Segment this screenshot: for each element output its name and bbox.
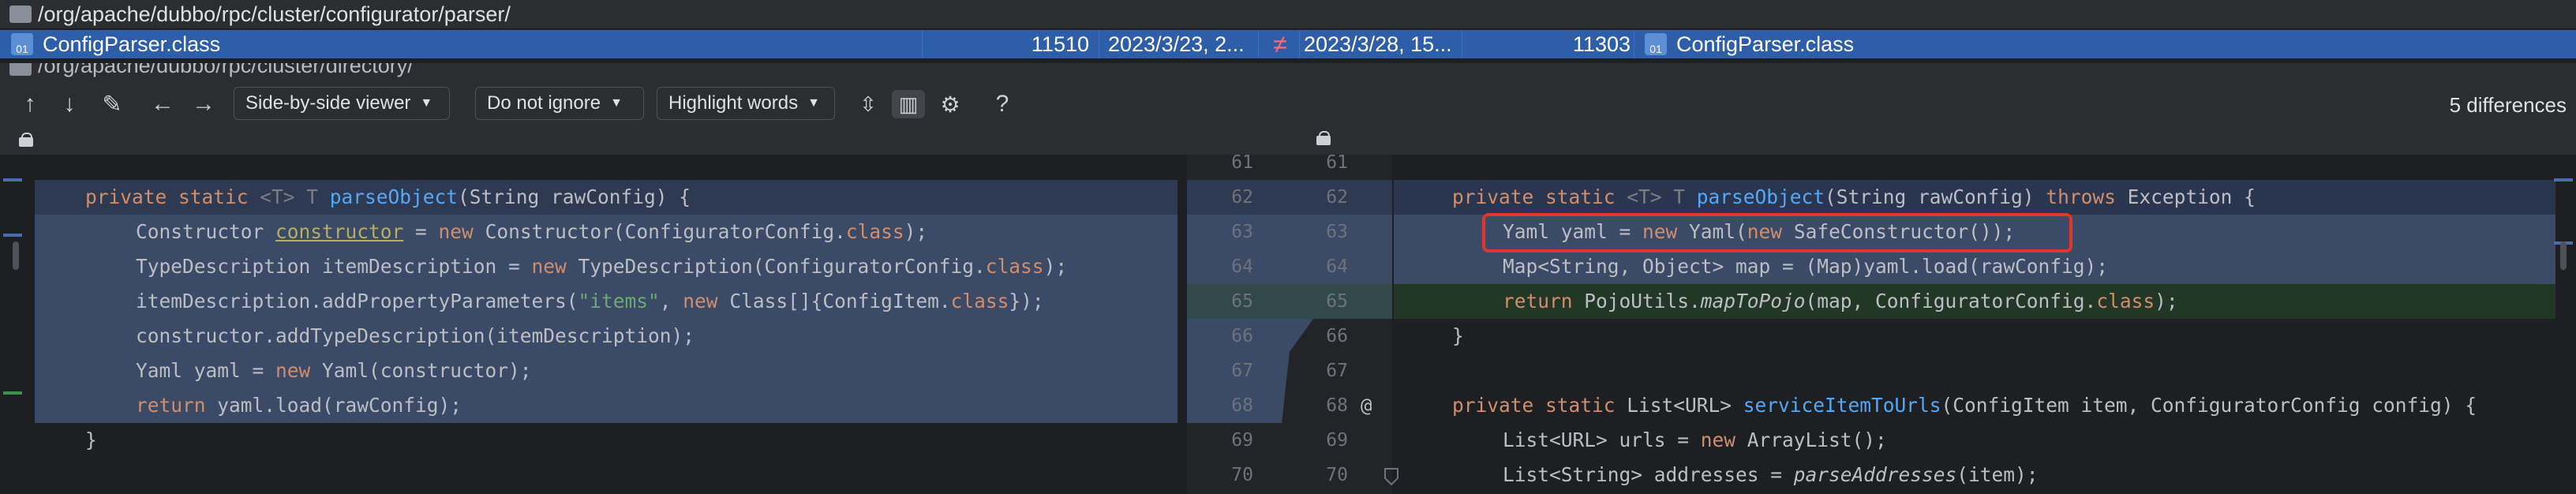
left-line-number: 61 [1231, 152, 1253, 173]
right-line-70[interactable]: List<String> addresses = parseAddresses(… [1503, 458, 2039, 492]
arrow-up-icon[interactable]: ↑ [16, 90, 44, 118]
left-line-66[interactable]: constructor.addTypeDescription(itemDescr… [136, 319, 695, 354]
right-line-number: 69 [1326, 430, 1348, 451]
left-line-number: 65 [1231, 291, 1253, 312]
left-line-65[interactable]: itemDescription.addPropertyParameters("i… [136, 284, 1044, 319]
right-file-name: ConfigParser.class [1676, 32, 1855, 56]
change-marker[interactable] [2554, 178, 2573, 182]
path-label: /org/apache/dubbo/rpc/cluster/configurat… [38, 2, 511, 26]
left-file-cell: 01 ConfigParser.class [11, 30, 220, 58]
edit-pencil-icon[interactable]: ✎ [98, 90, 126, 118]
viewer-dropdown[interactable]: Side-by-side viewer ▼ [234, 87, 450, 120]
right-size: 11303 [1572, 32, 1631, 56]
folder-icon [9, 63, 32, 76]
change-marker[interactable] [3, 178, 22, 182]
change-marker[interactable] [3, 234, 22, 237]
left-line-number: 68 [1231, 395, 1253, 416]
right-line-number: 62 [1326, 187, 1348, 208]
selected-file-row[interactable]: 01 ConfigParser.class 11510 2023/3/23, 2… [0, 30, 2576, 58]
left-line-69[interactable]: } [85, 423, 97, 458]
left-date: 2023/3/23, 2... [1108, 32, 1245, 56]
right-line-number: 68 [1326, 395, 1348, 416]
folder-icon [9, 6, 32, 23]
right-file-cell: 01 ConfigParser.class [1645, 30, 1854, 58]
right-line-number: 70 [1326, 465, 1348, 485]
left-line-number: 70 [1231, 465, 1253, 485]
left-line-67[interactable]: Yaml yaml = new Yaml(constructor); [136, 354, 532, 388]
right-line-number: 61 [1326, 152, 1348, 173]
left-line-number: 67 [1231, 361, 1253, 381]
lock-icon[interactable] [1316, 131, 1331, 145]
arrow-down-icon[interactable]: ↓ [55, 90, 84, 118]
ignore-dropdown-label: Do not ignore [487, 92, 601, 114]
scrollbar-thumb[interactable] [13, 241, 19, 270]
right-line-64[interactable]: Map<String, Object> map = (Map)yaml.load… [1503, 249, 2108, 284]
right-line-number: 65 [1326, 291, 1348, 312]
chevron-down-icon: ▼ [420, 96, 433, 110]
highlight-dropdown[interactable]: Highlight words ▼ [657, 87, 835, 120]
left-size: 11510 [1031, 32, 1089, 56]
viewer-dropdown-label: Side-by-side viewer [245, 92, 411, 114]
change-marker[interactable] [3, 391, 22, 395]
diff-editor: 61 62 63 64 65 66 67 68 69 70 61 62 63 64 65 66 67 68 69 7… [0, 152, 2576, 494]
left-line-63[interactable]: Constructor constructor = new Constructo… [136, 215, 927, 249]
left-line-number: 66 [1231, 326, 1253, 346]
differences-count: 5 differences [2449, 93, 2567, 117]
right-line-number: 67 [1326, 361, 1348, 381]
left-line-number: 69 [1231, 430, 1253, 451]
chevron-down-icon: ▼ [610, 96, 623, 110]
class-file-icon: 01 [1645, 33, 1667, 55]
right-line-65[interactable]: return PojoUtils.mapToPojo(map, Configur… [1503, 284, 2178, 319]
path-row[interactable]: /org/apache/dubbo/rpc/cluster/configurat… [0, 0, 2576, 28]
ignore-dropdown[interactable]: Do not ignore ▼ [475, 87, 644, 120]
help-icon[interactable]: ? [988, 90, 1017, 118]
highlight-dropdown-label: Highlight words [668, 92, 799, 114]
left-line-number: 62 [1231, 187, 1253, 208]
gear-icon[interactable]: ⚙ [936, 90, 964, 118]
lock-icon[interactable] [19, 133, 33, 147]
editor-header [0, 126, 2576, 155]
left-line-68[interactable]: return yaml.load(rawConfig); [136, 388, 462, 423]
directory-label: /org/apache/dubbo/rpc/cluster/directory/ [38, 63, 414, 77]
arrow-left-icon[interactable]: ← [148, 90, 177, 118]
right-line-62[interactable]: private static <T> T parseObject(String … [1452, 180, 2256, 215]
left-line-62[interactable]: private static <T> T parseObject(String … [85, 180, 691, 215]
left-line-64[interactable]: TypeDescription itemDescription = new Ty… [136, 249, 1067, 284]
chevron-down-icon: ▼ [807, 96, 820, 110]
left-file-name: ConfigParser.class [43, 32, 221, 56]
override-marker: @ [1361, 395, 1372, 417]
right-line-68[interactable]: private static List<URL> serviceItemToUr… [1452, 388, 2477, 423]
right-date: 2023/3/28, 15... [1304, 32, 1452, 56]
directory-row[interactable]: /org/apache/dubbo/rpc/cluster/directory/ [0, 63, 2576, 82]
right-line-66[interactable]: } [1452, 319, 1464, 354]
fold-icon[interactable] [1383, 467, 1400, 488]
diff-symbol: ≠ [1273, 30, 1287, 58]
arrow-right-icon[interactable]: → [189, 90, 218, 118]
right-line-63[interactable]: Yaml yaml = new Yaml(new SafeConstructor… [1503, 215, 2015, 249]
left-line-number: 64 [1231, 256, 1253, 277]
collapse-unchanged-icon[interactable]: ⇳ [854, 90, 882, 118]
right-line-69[interactable]: List<URL> urls = new ArrayList(); [1503, 423, 1887, 458]
right-line-number: 63 [1326, 222, 1348, 242]
right-line-number: 66 [1326, 326, 1348, 346]
class-file-icon: 01 [11, 33, 33, 55]
sync-scroll-icon[interactable]: ▥ [892, 90, 925, 118]
scrollbar-thumb[interactable] [2560, 241, 2567, 270]
left-line-number: 63 [1231, 222, 1253, 242]
diff-toolbar: ↑ ↓ ✎ ← → Side-by-side viewer ▼ Do not i… [0, 82, 2576, 126]
right-line-number: 64 [1326, 256, 1348, 277]
